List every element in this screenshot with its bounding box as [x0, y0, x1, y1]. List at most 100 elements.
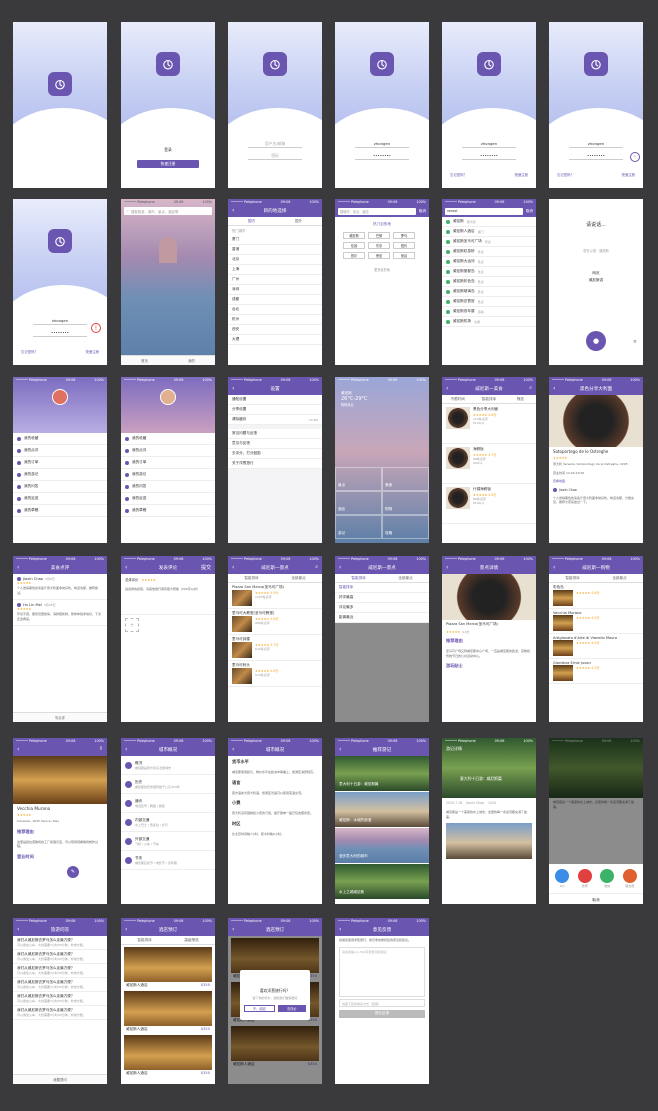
profile-menu-item[interactable]: 我的足迹: [121, 493, 215, 505]
ask-button[interactable]: 我要提问: [13, 1075, 107, 1084]
profile-menu-item[interactable]: 我的点评: [13, 445, 107, 457]
close-icon[interactable]: ×: [633, 339, 637, 345]
avatar[interactable]: [160, 389, 176, 405]
suggest-item[interactable]: 威尼斯丽都岛 景点: [442, 267, 536, 277]
username-input[interactable]: zhongen: [355, 140, 409, 148]
view-map-link[interactable]: 查看地图: [549, 477, 643, 486]
settings-item[interactable]: 去评分，打分鼓励: [228, 449, 322, 459]
shop-card[interactable]: Artigianato d'Arte di Vianello Mauro ★★★★…: [549, 634, 643, 659]
quick-register-button[interactable]: 快速注册: [137, 160, 199, 168]
suggest-item[interactable]: 威尼斯叹息桥 景点: [442, 247, 536, 257]
settings-item[interactable]: 意见与反馈: [228, 439, 322, 449]
arrow-right-icon[interactable]: ›: [630, 152, 640, 162]
hotel-card[interactable]: 威尼斯人酒店 $350: [124, 1035, 212, 1077]
filter-category[interactable]: 全部景点: [275, 574, 322, 582]
quick-register-link[interactable]: 快速注册: [621, 172, 635, 177]
filter-sort[interactable]: 智能排序: [121, 936, 168, 944]
city-item[interactable]: 成都: [228, 295, 322, 305]
password-input[interactable]: ••••••••: [462, 152, 516, 160]
shop-address[interactable]: Canareio, 1635 Venice, Italy: [13, 817, 107, 826]
city-item[interactable]: 杭州: [228, 315, 322, 325]
guide-card[interactable]: 意大利十日游：威尼斯篇: [335, 756, 429, 791]
hot-tag[interactable]: 巴黎: [368, 232, 390, 239]
overview-item[interactable]: 节庆 威尼斯狂欢节 / 电影节 / 双年展: [121, 851, 215, 870]
sort-option[interactable]: 距离最近: [335, 613, 429, 623]
more-destinations[interactable]: 更多目的地: [335, 259, 429, 280]
profile-menu-item[interactable]: 我的问答: [13, 481, 107, 493]
filter-category[interactable]: 全部景点: [596, 574, 643, 582]
cancel-button[interactable]: 取消: [419, 209, 426, 214]
cancel-button[interactable]: 取消: [526, 209, 533, 214]
overview-item[interactable]: 外部交通 飞机 / 火车 / 汽车: [121, 832, 215, 851]
food-card[interactable]: 海鲜饭 ★★★★★ 4.7分 98条点评 ¥90/人: [442, 444, 536, 484]
settings-item[interactable]: 通知设置: [228, 395, 322, 405]
tab-me[interactable]: 我的: [168, 356, 215, 365]
profile-menu-item[interactable]: 我的草稿: [121, 505, 215, 517]
category-card[interactable]: 购物: [382, 491, 429, 515]
city-item[interactable]: 深圳: [228, 285, 322, 295]
username-input[interactable]: 用户名/邮箱: [248, 140, 302, 148]
chevron-left-icon[interactable]: ‹: [125, 564, 127, 571]
profile-menu-item[interactable]: 我的问答: [121, 481, 215, 493]
filter-sort[interactable]: 智能排序: [335, 574, 382, 582]
chevron-left-icon[interactable]: ‹: [446, 564, 448, 571]
filter-sort[interactable]: 智能排序: [473, 395, 504, 403]
overview-item[interactable]: 概况 威尼斯是意大利东北部城市: [121, 756, 215, 775]
suggest-item[interactable]: 威尼斯 意大利: [442, 217, 536, 227]
chevron-left-icon[interactable]: ‹: [125, 926, 127, 933]
chevron-left-icon[interactable]: ‹: [232, 746, 234, 753]
chevron-left-icon[interactable]: ‹: [339, 746, 341, 753]
city-item[interactable]: 香港: [228, 245, 322, 255]
suggest-item[interactable]: 威尼斯人酒店 澳门: [442, 227, 536, 237]
sort-option[interactable]: 好评最高: [335, 593, 429, 603]
tab-abroad[interactable]: 国外: [275, 217, 322, 225]
feedback-textarea[interactable]: 请在此输入1-500字的意见和建议: [339, 946, 425, 997]
food-card[interactable]: 黑色分享大利面 ★★★★★ 4.8分 124条点评 ¥120/人: [442, 404, 536, 444]
search-icon[interactable]: ⌕: [315, 564, 318, 570]
share-option[interactable]: 微博: [577, 869, 592, 888]
cancel-button[interactable]: 取消: [549, 893, 643, 903]
profile-menu-item[interactable]: 我的足迹: [13, 493, 107, 505]
review-textarea[interactable]: 说说你的感受，对其他旅行者有很大帮助（200字以内）: [121, 585, 215, 615]
qa-item[interactable]: 我们从威尼斯去罗马怎么走最方便？ 可以乘坐火车，大约需要3小时45分钟，非常方便。: [13, 936, 107, 950]
suggest-item[interactable]: 威尼斯总督宫 景点: [442, 297, 536, 307]
settings-item[interactable]: 关于洋葱旅行: [228, 459, 322, 469]
forgot-password-link[interactable]: 忘记密码？: [450, 172, 467, 177]
qa-item[interactable]: 我们从威尼斯去罗马怎么走最方便？ 可以乘坐火车，大约需要3小时45分钟，非常方便。: [13, 950, 107, 964]
profile-menu-item[interactable]: 我的订单: [13, 457, 107, 469]
sort-option[interactable]: 智能排序: [335, 583, 429, 593]
category-card[interactable]: 游记: [335, 515, 382, 539]
suggest-item[interactable]: 威尼斯玻璃岛 景点: [442, 287, 536, 297]
sight-card[interactable]: Piazza San Marco(圣马可广场) ★★★★★ 4.9分 1325条点评: [228, 583, 322, 609]
share-option[interactable]: 微信: [600, 869, 615, 888]
password-input[interactable]: ••••••••: [33, 329, 87, 337]
city-item[interactable]: 台北: [228, 305, 322, 315]
overview-item[interactable]: 历史 威尼斯的历史相传始于公元453年: [121, 775, 215, 794]
hot-tag[interactable]: 首尔: [343, 252, 365, 259]
qa-item[interactable]: 我们从威尼斯去罗马怎么走最方便？ 可以乘坐火车，大约需要3小时45分钟，非常方便。: [13, 1006, 107, 1020]
suggest-item[interactable]: 威尼斯大运河 景点: [442, 257, 536, 267]
username-input[interactable]: zhongen: [33, 317, 87, 325]
share-option[interactable]: QQ: [555, 869, 570, 888]
share-icon[interactable]: ⇪: [99, 746, 103, 752]
chevron-left-icon[interactable]: ‹: [553, 385, 555, 392]
sight-card[interactable]: 里马可码头 ★★★★★ 4.6分 520条点评: [228, 661, 322, 687]
profile-menu-item[interactable]: 我的收藏: [13, 433, 107, 445]
shop-card[interactable]: Giordena Ernie Juvan ★★★★★ 4.3分: [549, 659, 643, 684]
profile-menu-item[interactable]: 我的收藏: [121, 433, 215, 445]
hot-tag[interactable]: 东京: [368, 242, 390, 249]
shop-card[interactable]: 彩色岛 ★★★★★ 4.6分: [549, 583, 643, 609]
suggest-item[interactable]: 威尼斯双年展 活动: [442, 307, 536, 317]
hot-tag[interactable]: 罗马: [393, 232, 415, 239]
city-item[interactable]: 厦门: [228, 235, 322, 245]
qa-item[interactable]: 我们从威尼斯去罗马怎么走最方便？ 可以乘坐火车，大约需要3小时45分钟，非常方便。: [13, 964, 107, 978]
chevron-left-icon[interactable]: ‹: [339, 926, 341, 933]
sight-card[interactable]: 里马可钟楼 ★★★★★ 4.7分 642条点评: [228, 635, 322, 661]
profile-menu-item[interactable]: 我的点评: [121, 445, 215, 457]
forgot-password-link[interactable]: 忘记密码？: [21, 349, 38, 354]
go-rate-button[interactable]: 去评价: [277, 1005, 306, 1012]
no-thanks-button[interactable]: 不，谢谢: [244, 1005, 275, 1012]
category-card[interactable]: 攻略: [382, 515, 429, 539]
password-input[interactable]: 密码: [248, 152, 302, 160]
hot-tag[interactable]: 伦敦: [343, 242, 365, 249]
